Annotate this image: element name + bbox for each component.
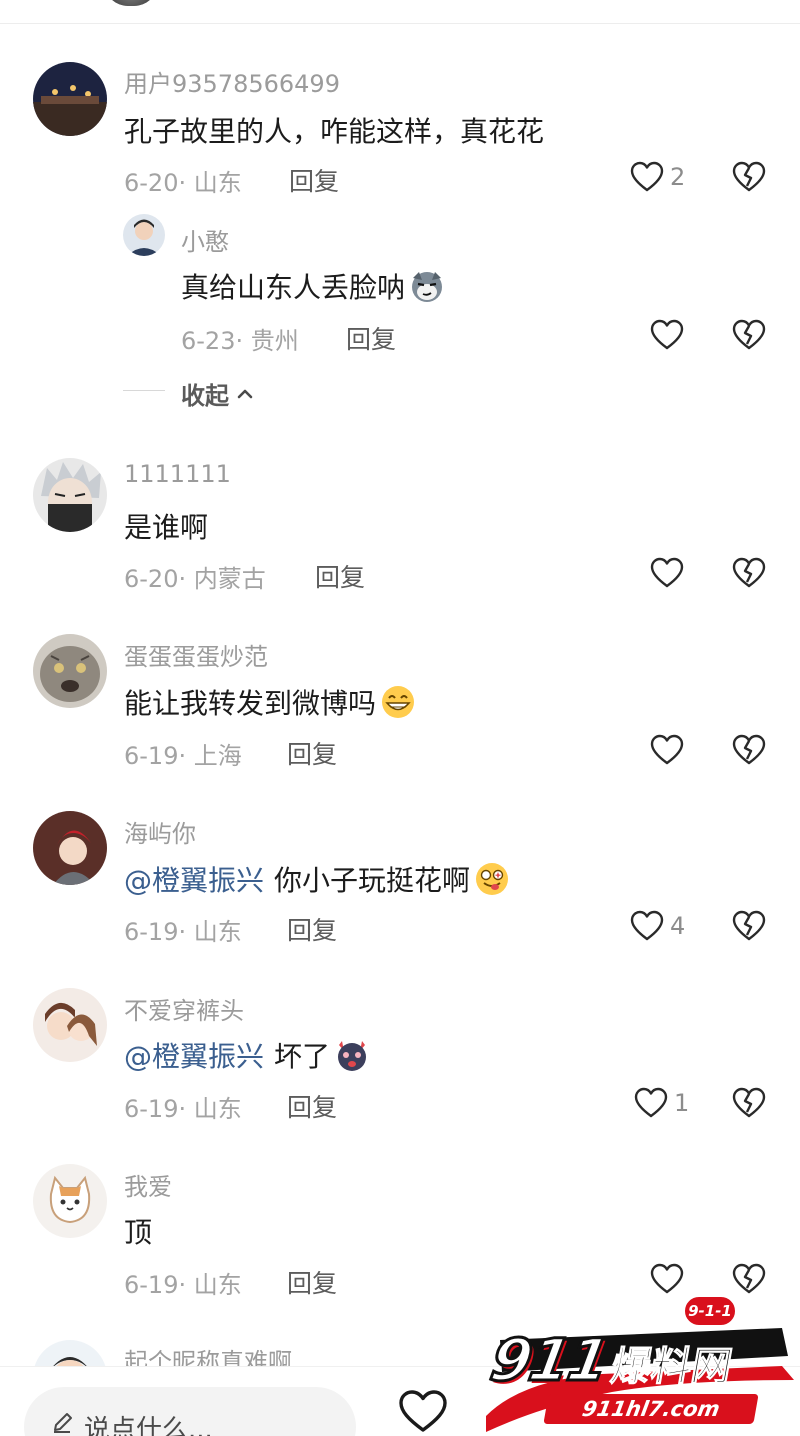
dislike-button[interactable]	[732, 318, 766, 352]
comment-text: @橙翼振兴 坏了	[124, 1035, 370, 1075]
avatar[interactable]	[33, 1164, 107, 1238]
chevron-up-icon	[237, 389, 253, 398]
broken-heart-icon	[732, 734, 766, 765]
avatar[interactable]	[33, 811, 107, 885]
like-count: 1	[674, 1089, 690, 1117]
watermark-text: 爆料网	[607, 1344, 736, 1391]
comment-body: 你小子玩挺花啊	[274, 864, 471, 897]
comment-date-location: 6-20· 山东	[124, 169, 242, 197]
like-button[interactable]: 4	[630, 906, 685, 946]
comment-date-location: 6-19· 山东	[124, 1271, 242, 1299]
reply-button[interactable]: 回复	[346, 320, 396, 356]
watermark-badge: 9-1-1	[682, 1294, 738, 1328]
like-button[interactable]	[650, 730, 684, 770]
comment-body: 顶	[124, 1216, 153, 1249]
like-button[interactable]: 2	[630, 157, 685, 197]
pencil-icon	[54, 1413, 72, 1433]
reply-button[interactable]: 回复	[287, 911, 337, 947]
like-count: 2	[670, 163, 686, 191]
heart-icon	[650, 319, 684, 350]
reply-button[interactable]: 回复	[289, 162, 339, 198]
comment-text: 顶	[124, 1211, 152, 1251]
avatar[interactable]	[33, 634, 107, 708]
heart-icon	[630, 910, 664, 941]
mention-link[interactable]: @橙翼振兴	[124, 859, 264, 899]
comment-text: 是谁啊	[124, 506, 208, 546]
comment-text: @橙翼振兴 你小子玩挺花啊	[124, 859, 510, 899]
comment-username[interactable]: 用户93578566499	[124, 64, 340, 99]
comment-input-placeholder: 说点什么...	[84, 1415, 213, 1436]
collapse-divider	[123, 390, 165, 391]
reply-body: 真给山东人丢脸呐	[181, 271, 406, 304]
broken-heart-icon	[732, 319, 766, 350]
reply-date-location: 6-23· 贵州	[181, 327, 299, 355]
comment-body: 能让我转发到微博吗	[124, 687, 377, 720]
comment-body: 是谁啊	[124, 511, 209, 544]
like-button[interactable]: 1	[634, 1083, 689, 1123]
avatar[interactable]	[33, 62, 107, 136]
reply-button[interactable]: 回复	[287, 1264, 337, 1300]
comment-username[interactable]: 海屿你	[124, 814, 196, 849]
watermark-logo: 9-1-1 911 爆料网 911hl7.com	[482, 1290, 800, 1436]
watermark-url: 911hl7.com	[543, 1394, 759, 1424]
reply-button[interactable]: 回复	[287, 735, 337, 771]
comment-username[interactable]: 蛋蛋蛋蛋炒范	[124, 637, 268, 672]
reply-button[interactable]: 回复	[315, 558, 365, 594]
partial-avatar	[104, 0, 158, 6]
grinning-face-emoji	[382, 686, 415, 718]
comment-date-location: 6-19· 山东	[124, 1095, 242, 1123]
like-count: 4	[670, 912, 686, 940]
heart-icon	[650, 734, 684, 765]
collapse-replies-button[interactable]: 收起	[181, 376, 255, 411]
dislike-button[interactable]	[732, 909, 766, 943]
comment-text: 能让我转发到微博吗	[124, 682, 416, 722]
comment-text: 孔子故里的人，咋能这样，真花花	[124, 110, 544, 150]
devil-face-emoji	[338, 1041, 367, 1071]
starstruck-tongue-emoji	[476, 863, 509, 895]
comment-username[interactable]: 不爱穿裤头	[124, 991, 244, 1026]
like-button[interactable]	[650, 315, 684, 355]
broken-heart-icon	[732, 161, 766, 192]
dislike-button[interactable]	[732, 556, 766, 590]
comment-username[interactable]: 1111111	[124, 460, 231, 488]
reply-text: 真给山东人丢脸呐	[181, 266, 445, 306]
avatar[interactable]	[123, 214, 165, 256]
top-divider	[0, 0, 800, 24]
reply-username[interactable]: 小憨	[181, 222, 229, 257]
heart-icon	[630, 161, 664, 192]
comment-date-location: 6-19· 上海	[124, 742, 242, 770]
collapse-label: 收起	[181, 382, 229, 410]
comment-username[interactable]: 我爱	[124, 1167, 172, 1202]
reply-button[interactable]: 回复	[287, 1088, 337, 1124]
broken-heart-icon	[732, 557, 766, 588]
watermark-title: 911 爆料网	[484, 1325, 738, 1396]
heart-icon	[634, 1087, 668, 1118]
broken-heart-icon	[732, 1087, 766, 1118]
comment-date-location: 6-20· 内蒙古	[124, 565, 266, 593]
heart-icon	[650, 557, 684, 588]
watermark-number: 911	[484, 1325, 614, 1396]
comment-date-location: 6-19· 山东	[124, 918, 242, 946]
comment-body: 孔子故里的人，咋能这样，真花花	[124, 115, 545, 148]
comment-body: 坏了	[274, 1040, 331, 1073]
dislike-button[interactable]	[732, 160, 766, 194]
comment-input[interactable]: 说点什么...	[24, 1387, 356, 1436]
smirk-face-emoji	[412, 272, 443, 302]
avatar[interactable]	[33, 988, 107, 1062]
dislike-button[interactable]	[732, 733, 766, 767]
broken-heart-icon	[732, 910, 766, 941]
dislike-button[interactable]	[732, 1086, 766, 1120]
mention-link[interactable]: @橙翼振兴	[124, 1035, 264, 1075]
heart-icon[interactable]	[398, 1389, 448, 1433]
like-button[interactable]	[650, 553, 684, 593]
avatar[interactable]	[33, 458, 107, 532]
